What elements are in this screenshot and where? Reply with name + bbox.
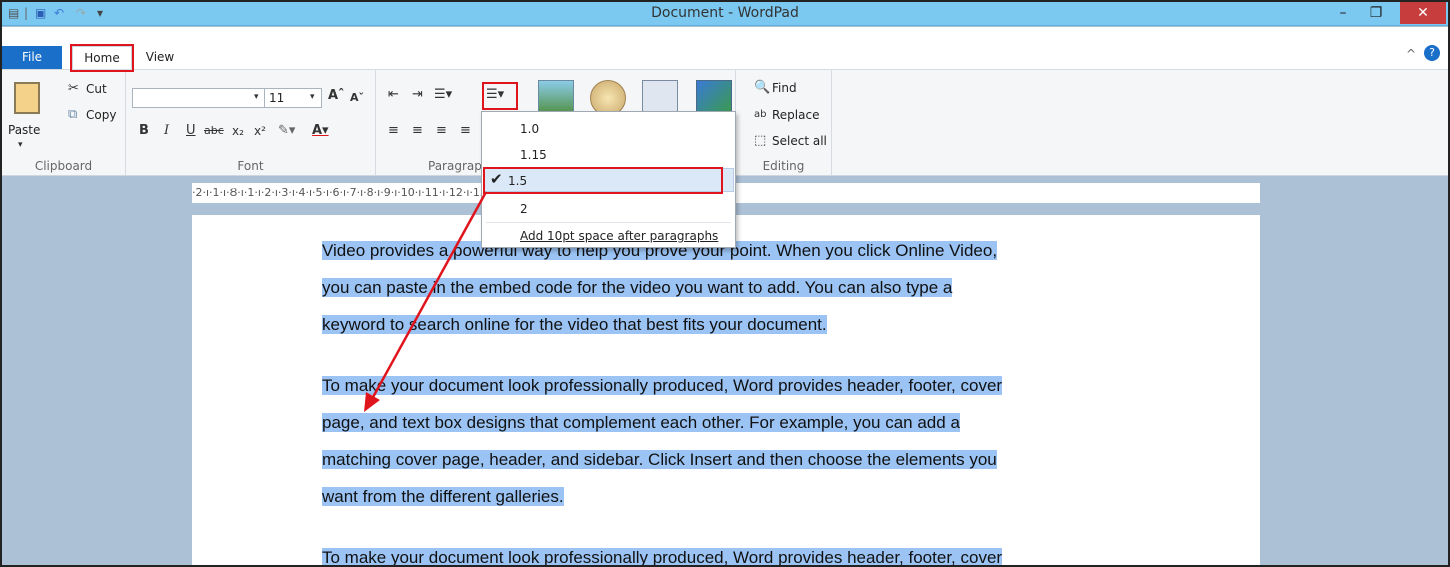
font-size-dropdown-icon[interactable]: ▾ — [310, 89, 315, 105]
font-family-input[interactable] — [132, 88, 267, 108]
text-line: want from the different galleries. — [322, 487, 564, 506]
paragraph-1[interactable]: Video provides a powerful way to help yo… — [322, 232, 1134, 343]
tab-view[interactable]: View — [140, 46, 180, 69]
select-all-icon: ⬚ — [754, 133, 767, 148]
select-all-button[interactable]: Select all — [772, 133, 827, 149]
bold-icon[interactable]: B — [139, 123, 149, 139]
decrease-indent-icon[interactable]: ⇤ — [388, 87, 399, 103]
tab-file[interactable]: File — [2, 46, 62, 69]
find-icon: 🔍 — [754, 80, 771, 95]
help-icon[interactable]: ? — [1424, 45, 1440, 61]
align-right-icon[interactable]: ≡ — [436, 123, 447, 139]
paste-icon[interactable] — [14, 82, 40, 114]
font-group-label: Font — [237, 159, 264, 173]
subscript-icon[interactable]: x₂ — [232, 123, 244, 139]
line-spacing-option-1-0[interactable]: 1.0 — [520, 120, 539, 138]
close-button[interactable]: ✕ — [1400, 2, 1446, 24]
line-spacing-option-2[interactable]: 2 — [520, 200, 528, 218]
strikethrough-icon[interactable]: abc — [204, 123, 224, 139]
underline-icon[interactable]: U — [186, 123, 196, 139]
increase-indent-icon[interactable]: ⇥ — [412, 87, 423, 103]
font-family-dropdown-icon[interactable]: ▾ — [254, 89, 259, 105]
document-page[interactable]: Video provides a powerful way to help yo… — [192, 215, 1260, 567]
cut-icon: ✂ — [68, 81, 79, 96]
text-line: keyword to search online for the video t… — [322, 315, 827, 334]
italic-icon[interactable]: I — [164, 123, 169, 139]
replace-button[interactable]: Replace — [772, 107, 819, 123]
paragraph-2[interactable]: To make your document look professionall… — [322, 367, 1134, 515]
copy-icon: ⧉ — [68, 107, 78, 122]
justify-icon[interactable]: ≡ — [460, 123, 471, 139]
annotation-home-tab — [70, 44, 134, 72]
wordpad-window: ▤ | ▣ ↶ ↷ ▾ Document - WordPad – ❐ ✕ Fil… — [0, 0, 1450, 567]
annotation-selected-option — [483, 167, 723, 194]
highlight-color-icon[interactable]: ✎▾ — [278, 123, 295, 139]
menu-divider — [486, 222, 731, 223]
annotation-line-spacing-button — [482, 82, 518, 110]
line-spacing-option-1-15[interactable]: 1.15 — [520, 146, 547, 164]
cut-button[interactable]: Cut — [86, 81, 107, 97]
align-left-icon[interactable]: ≡ — [388, 123, 399, 139]
align-center-icon[interactable]: ≡ — [412, 123, 423, 139]
editing-group-label: Editing — [762, 159, 805, 173]
paragraph-3[interactable]: To make your document look professionall… — [322, 539, 1134, 567]
find-button[interactable]: Find — [772, 80, 797, 96]
text-line: you can paste in the embed code for the … — [322, 278, 953, 297]
clipboard-group: Paste ▾ ✂ Cut ⧉ Copy Clipboard — [2, 70, 126, 175]
add-space-after-paragraphs-option[interactable]: Add 10pt space after paragraphs — [520, 227, 718, 245]
bullets-icon[interactable]: ☰▾ — [434, 87, 452, 103]
text-line: matching cover page, header, and sidebar… — [322, 450, 997, 469]
paste-dropdown-icon[interactable]: ▾ — [18, 137, 23, 153]
text-line: To make your document look professionall… — [322, 376, 1003, 395]
maximize-button[interactable]: ❐ — [1360, 2, 1392, 24]
title-bar: ▤ | ▣ ↶ ↷ ▾ Document - WordPad – ❐ ✕ — [2, 2, 1448, 26]
text-line: To make your document look professionall… — [322, 548, 1003, 567]
replace-icon: ab — [754, 109, 767, 120]
minimize-button[interactable]: – — [1327, 2, 1359, 24]
font-size-value: 11 — [269, 91, 285, 105]
window-title: Document - WordPad — [651, 5, 799, 21]
shrink-font-icon[interactable]: Aˇ — [350, 90, 364, 106]
paste-button[interactable]: Paste — [8, 122, 40, 138]
ribbon-tabs: File Home View ^ ? — [2, 27, 1448, 69]
font-color-icon[interactable]: A▾ — [312, 123, 329, 139]
clipboard-group-label: Clipboard — [34, 159, 93, 173]
collapse-ribbon-icon[interactable]: ^ — [1406, 47, 1416, 61]
copy-button[interactable]: Copy — [86, 107, 116, 123]
superscript-icon[interactable]: x² — [254, 123, 266, 139]
text-line: page, and text box designs that compleme… — [322, 413, 960, 432]
grow-font-icon[interactable]: Aˆ — [328, 88, 345, 104]
